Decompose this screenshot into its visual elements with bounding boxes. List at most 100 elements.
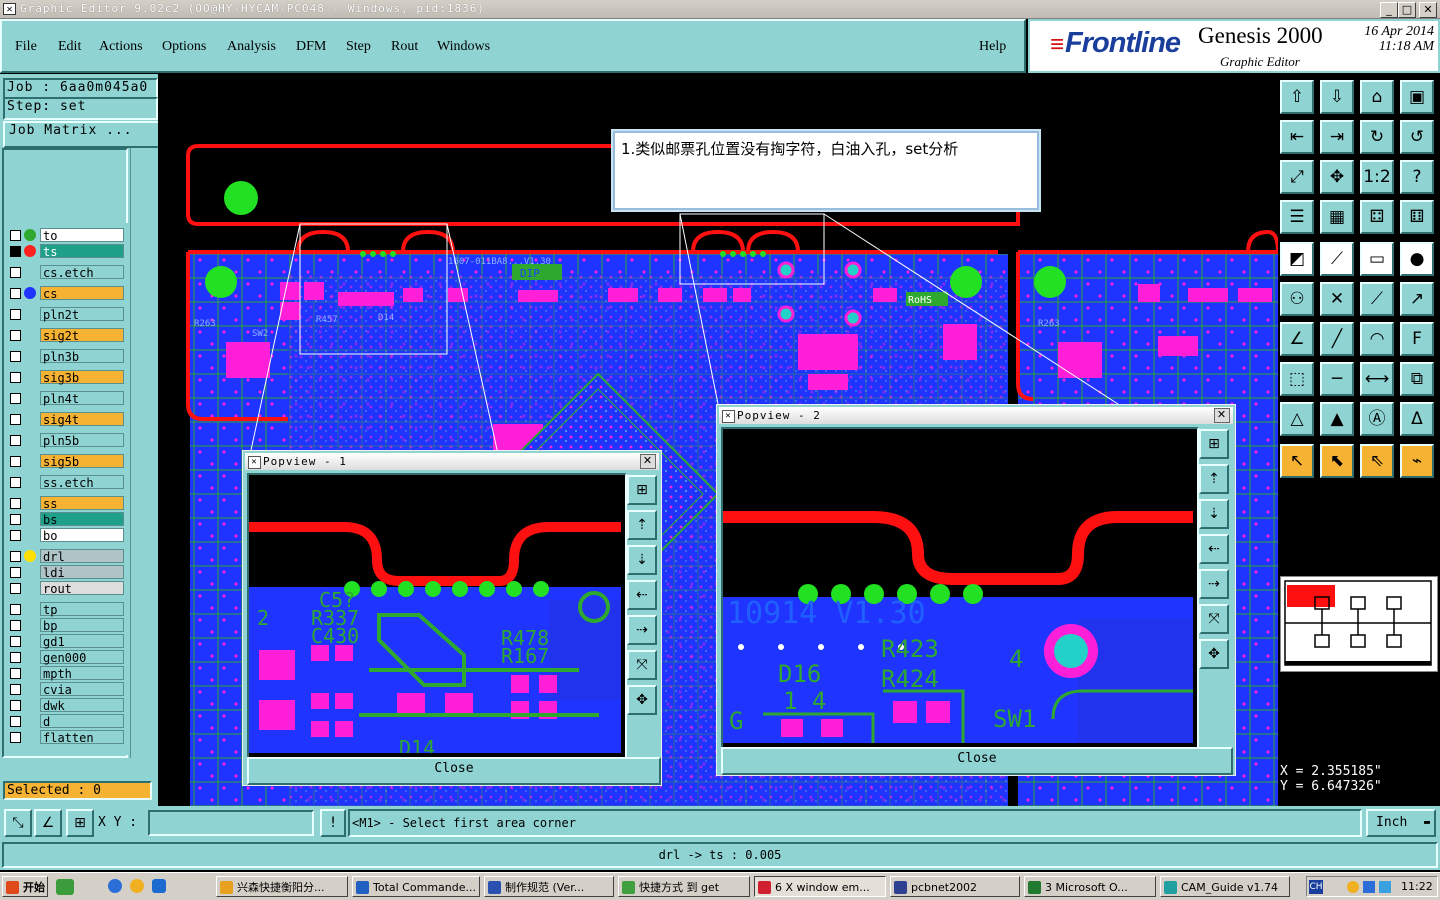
task-1[interactable]: 兴森快捷衡阳分... bbox=[216, 876, 348, 897]
layer-name[interactable]: tp bbox=[40, 602, 124, 617]
maximize-button[interactable]: □ bbox=[1398, 2, 1416, 18]
layer-checkbox[interactable] bbox=[10, 732, 21, 743]
layer-row-sig2t[interactable]: sig2t bbox=[6, 328, 126, 343]
layer-checkbox[interactable] bbox=[10, 330, 21, 341]
layer-name[interactable]: gen000 bbox=[40, 650, 124, 665]
layer-row-sig5b[interactable]: sig5b bbox=[6, 454, 126, 469]
popview-2-pan-left-button[interactable]: ⇠ bbox=[1199, 534, 1229, 564]
popview-2-pan-down-button[interactable]: ⇣ bbox=[1199, 499, 1229, 529]
layer-name[interactable]: sig5b bbox=[40, 454, 124, 469]
task-5[interactable]: 6 X window em... bbox=[754, 876, 886, 897]
scale-icon[interactable]: 1:2 bbox=[1360, 160, 1394, 194]
job-matrix-button[interactable]: Job Matrix ... bbox=[3, 121, 160, 148]
layer-compare-icon[interactable]: ⚃ bbox=[1360, 200, 1394, 234]
layer-checkbox[interactable] bbox=[10, 700, 21, 711]
layer-checkbox[interactable] bbox=[10, 668, 21, 679]
select-feature-icon[interactable]: ◩ bbox=[1280, 242, 1314, 276]
pointer-route-icon[interactable]: ⌁ bbox=[1400, 444, 1434, 478]
layer-row-rout[interactable]: rout bbox=[6, 581, 126, 596]
units-selector[interactable]: Inch ▬ bbox=[1366, 809, 1436, 837]
layer-name[interactable]: bp bbox=[40, 618, 124, 633]
layer-name[interactable]: drl bbox=[40, 549, 124, 564]
polygon-icon[interactable]: ⬚ bbox=[1280, 362, 1314, 396]
triangle-select-icon[interactable]: ▲ bbox=[1320, 402, 1354, 436]
layer-name[interactable]: pln4t bbox=[40, 391, 124, 406]
area-select-icon[interactable]: Δ bbox=[1400, 402, 1434, 436]
zoom-home-icon[interactable]: ⤢ bbox=[1280, 160, 1314, 194]
pointer-edit-icon[interactable]: ⇖ bbox=[1360, 444, 1394, 478]
layer-row-dwk[interactable]: dwk bbox=[6, 698, 126, 713]
popview-1-close-icon[interactable]: ✕ bbox=[640, 454, 656, 469]
help-icon[interactable]: ? bbox=[1400, 160, 1434, 194]
layer-checkbox[interactable] bbox=[10, 652, 21, 663]
menu-actions[interactable]: Actions bbox=[99, 39, 143, 55]
popview-1-fit-button[interactable]: ✥ bbox=[627, 685, 657, 715]
save-step-icon[interactable]: ⇩ bbox=[1320, 80, 1354, 114]
layer-row-bo[interactable]: bo bbox=[6, 528, 126, 543]
layer-row-bs[interactable]: bs bbox=[6, 512, 126, 527]
layer-name[interactable]: ss.etch bbox=[40, 475, 124, 490]
layer-row-cs-etch[interactable]: cs.etch bbox=[6, 265, 126, 280]
layer-checkbox[interactable] bbox=[10, 372, 21, 383]
layer-checkbox[interactable] bbox=[10, 267, 21, 278]
layer-row-ss-etch[interactable]: ss.etch bbox=[6, 475, 126, 490]
settings-icon[interactable]: ☰ bbox=[1280, 200, 1314, 234]
layer-row-to[interactable]: to bbox=[6, 228, 126, 243]
pan-left-icon[interactable]: ⇤ bbox=[1280, 120, 1314, 154]
group-icon[interactable]: ⧉ bbox=[1400, 362, 1434, 396]
popview-2-view[interactable]: 10914 V1.30 R423 R424 D16 SW1 4 1 4 G bbox=[721, 427, 1199, 749]
layer-name[interactable]: to bbox=[40, 228, 124, 243]
layer-row-tp[interactable]: tp bbox=[6, 602, 126, 617]
layer-row-flatten[interactable]: flatten bbox=[6, 730, 126, 745]
close-button[interactable]: ✕ bbox=[1419, 2, 1437, 18]
pad-icon[interactable]: ● bbox=[1400, 242, 1434, 276]
layer-name[interactable]: ts bbox=[40, 244, 124, 259]
layer-row-drl[interactable]: drl bbox=[6, 549, 126, 564]
layer-checkbox[interactable] bbox=[10, 620, 21, 631]
layer-row-pln2t[interactable]: pln2t bbox=[6, 307, 126, 322]
cross-icon[interactable]: ✕ bbox=[1320, 282, 1354, 316]
layer-row-sig3b[interactable]: sig3b bbox=[6, 370, 126, 385]
home-icon[interactable]: ⌂ bbox=[1360, 80, 1394, 114]
layer-row-sig4t[interactable]: sig4t bbox=[6, 412, 126, 427]
layer-name[interactable]: pln2t bbox=[40, 307, 124, 322]
layer-name[interactable]: cvia bbox=[40, 682, 124, 697]
layer-name[interactable]: ss bbox=[40, 496, 124, 511]
angle-icon[interactable]: ∠ bbox=[1280, 322, 1314, 356]
layer-checkbox[interactable] bbox=[10, 393, 21, 404]
layer-checkbox[interactable] bbox=[10, 351, 21, 362]
layer-checkbox[interactable] bbox=[10, 498, 21, 509]
tray-icon-2[interactable] bbox=[1363, 881, 1375, 893]
popview-2-zoom-out-button[interactable]: ⤧ bbox=[1199, 604, 1229, 634]
layer-name[interactable]: cs.etch bbox=[40, 265, 124, 280]
overview-map[interactable] bbox=[1280, 576, 1438, 672]
layer-checkbox[interactable] bbox=[10, 230, 21, 241]
layer-name[interactable]: gd1 bbox=[40, 634, 124, 649]
quicklaunch-2-icon[interactable] bbox=[130, 879, 144, 893]
popview-1-view[interactable]: C5? R337 C430 R478 R167 D14 2 bbox=[247, 473, 627, 759]
layer-checkbox[interactable] bbox=[10, 435, 21, 446]
layer-row-pln5b[interactable]: pln5b bbox=[6, 433, 126, 448]
layer-row-pln3b[interactable]: pln3b bbox=[6, 349, 126, 364]
layer-name[interactable]: sig4t bbox=[40, 412, 124, 427]
triangle-icon[interactable]: △ bbox=[1280, 402, 1314, 436]
layer-row-gd1[interactable]: gd1 bbox=[6, 634, 126, 649]
snap-icon[interactable]: ⟋ bbox=[1320, 242, 1354, 276]
tray-icon-1[interactable] bbox=[1347, 881, 1359, 893]
layer-row-ldi[interactable]: ldi bbox=[6, 565, 126, 580]
grid-mode-icon[interactable]: ⊞ bbox=[66, 809, 94, 837]
layer-name[interactable]: rout bbox=[40, 581, 124, 596]
popview-2-fit-button[interactable]: ✥ bbox=[1199, 639, 1229, 669]
menu-options[interactable]: Options bbox=[162, 39, 206, 55]
layer-display-dot[interactable] bbox=[24, 245, 36, 257]
layer-row-mpth[interactable]: mpth bbox=[6, 666, 126, 681]
layer-checkbox[interactable] bbox=[10, 583, 21, 594]
popview-2-pan-up-button[interactable]: ⇡ bbox=[1199, 464, 1229, 494]
area-icon[interactable]: Ⓐ bbox=[1360, 402, 1394, 436]
layer-checkbox[interactable] bbox=[10, 246, 21, 257]
menu-step[interactable]: Step bbox=[346, 39, 371, 55]
xy-input[interactable] bbox=[148, 810, 314, 836]
connect-icon[interactable]: ⚇ bbox=[1280, 282, 1314, 316]
layer-name[interactable]: bo bbox=[40, 528, 124, 543]
layer-checkbox[interactable] bbox=[10, 604, 21, 615]
